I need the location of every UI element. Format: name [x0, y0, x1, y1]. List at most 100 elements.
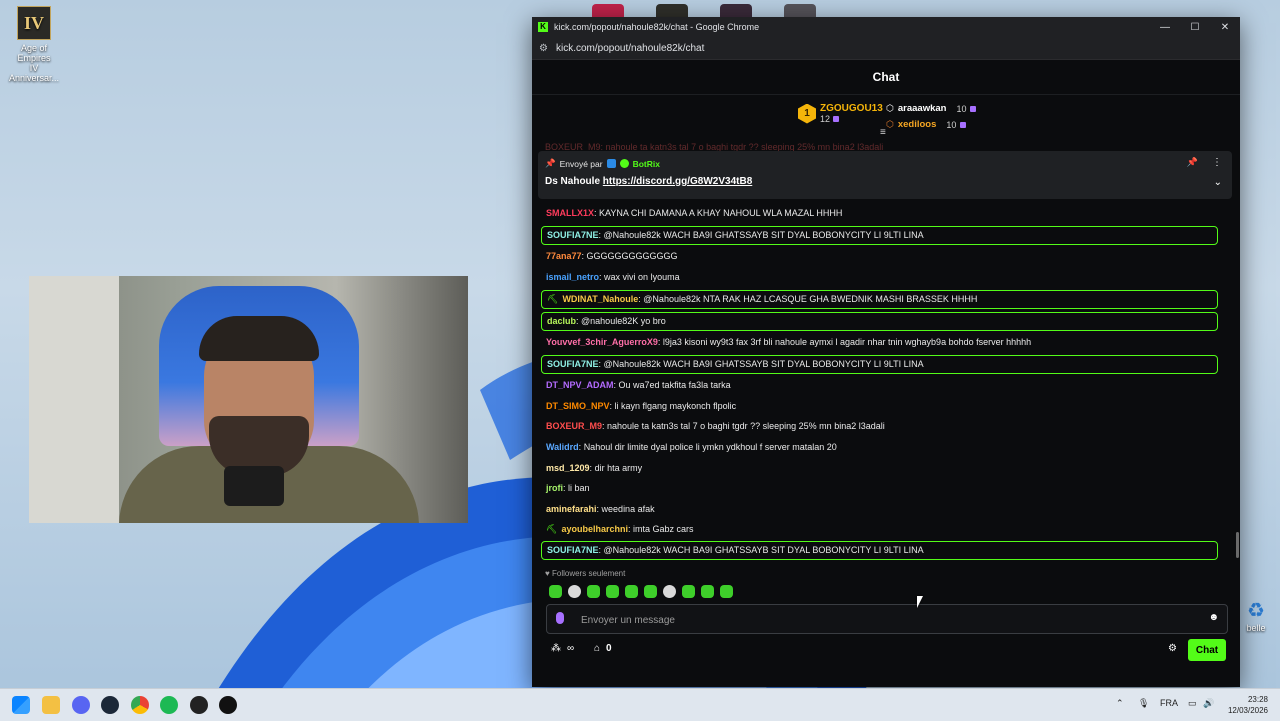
store-indicator[interactable]: ⌂ 0 [594, 643, 612, 654]
webcam-overlay [29, 276, 468, 523]
file-explorer-icon[interactable] [42, 696, 60, 714]
message-username[interactable]: DT_NPV_ADAM [546, 380, 614, 390]
pinned-message[interactable]: 📌 Envoyé par BotRix Ds Nahoule https://d… [538, 151, 1232, 199]
message-text: KAYNA CHI DAMANA A KHAY NAHOUL WLA MAZAL… [599, 208, 843, 218]
chat-input-box[interactable]: ☻ [546, 604, 1228, 634]
message-username[interactable]: SOUFIA7NE [547, 230, 599, 240]
obs-icon[interactable] [190, 696, 208, 714]
chat-settings-icon[interactable]: ⚙ [1168, 643, 1177, 654]
chat-message[interactable]: Walidrd: Nahoul dir limite dyal police l… [546, 442, 837, 452]
message-text: @Nahoule82k NTA RAK HAZ LCASQUE GHA BWED… [643, 294, 978, 304]
chat-message[interactable]: msd_1209: dir hta army [546, 463, 642, 473]
emote-icon[interactable] [720, 585, 733, 598]
site-info-icon[interactable]: ⚙ [539, 43, 548, 54]
maximize-icon[interactable]: ☐ [1180, 22, 1210, 33]
leaderboard-expand-icon[interactable]: ≡ [880, 127, 886, 138]
message-username[interactable]: 77ana77 [546, 251, 582, 261]
message-username[interactable]: daclub [547, 316, 576, 326]
points-indicator[interactable]: ⁂ ∞ [551, 643, 574, 654]
message-text: l9ja3 kisoni wy9t3 fax 3rf bli nahoule a… [662, 337, 1032, 347]
discord-icon[interactable] [72, 696, 90, 714]
kick-coin-icon [970, 105, 977, 112]
message-text: @Nahoule82k WACH BA9I GHATSSAYB SIT DYAL… [603, 545, 924, 555]
send-chat-button[interactable]: Chat [1188, 639, 1226, 661]
chat-message[interactable]: SOUFIA7NE: @Nahoule82k WACH BA9I GHATSSA… [541, 355, 1218, 374]
spotify-icon[interactable] [160, 696, 178, 714]
chat-message[interactable]: daclub: @nahoule82K yo bro [541, 312, 1218, 331]
leaderboard-second[interactable]: ⬡ araaawkan 10 [886, 103, 977, 114]
message-username[interactable]: SOUFIA7NE [547, 359, 599, 369]
emote-icon[interactable] [663, 585, 676, 598]
message-icon: ⛏ [546, 524, 558, 534]
leaderboard-first[interactable]: 1 ZGOUGOU13 12 [798, 103, 883, 124]
message-text: wax vivi on lyouma [604, 272, 680, 282]
message-username[interactable]: SOUFIA7NE [547, 545, 599, 555]
emoji-picker-icon[interactable]: ☻ [1208, 612, 1219, 623]
url-text[interactable]: kick.com/popout/nahoule82k/chat [556, 43, 704, 54]
minimize-icon[interactable]: — [1150, 22, 1180, 33]
chat-message[interactable]: Youvvef_3chir_AguerroX9: l9ja3 kisoni wy… [546, 337, 1031, 347]
emote-icon[interactable] [568, 585, 581, 598]
webcam-shelf [29, 276, 119, 523]
chat-message[interactable]: ⛏ ayoubelharchni: imta Gabz cars [546, 524, 694, 535]
chat-message[interactable]: DT_NPV_ADAM: Ou wa7ed takfita fa3la tark… [546, 380, 731, 390]
pinned-bot-name[interactable]: BotRix [633, 159, 660, 169]
emote-icon[interactable] [587, 585, 600, 598]
message-username[interactable]: BOXEUR_M9 [546, 421, 602, 431]
message-username[interactable]: SMALLX1X [546, 208, 594, 218]
chat-message-input[interactable] [579, 611, 1183, 629]
followers-only-notice: ♥ Followers seulement [545, 569, 626, 578]
message-username[interactable]: ismail_netro [546, 272, 599, 282]
chat-scrollbar[interactable] [1236, 532, 1239, 558]
clock[interactable]: 23:28 12/03/2026 [1228, 694, 1268, 716]
window-titlebar[interactable]: K kick.com/popout/nahoule82k/chat - Goog… [532, 17, 1240, 37]
message-username[interactable]: ayoubelharchni [561, 524, 628, 534]
language-indicator[interactable]: FRA [1160, 698, 1178, 708]
chat-message[interactable]: BOXEUR_M9: nahoule ta katn3s tal 7 o bag… [546, 421, 885, 431]
message-username[interactable]: msd_1209 [546, 463, 590, 473]
store-icon: ⌂ [594, 643, 601, 654]
chrome-window: K kick.com/popout/nahoule82k/chat - Goog… [532, 17, 1240, 687]
chat-message[interactable]: ismail_netro: wax vivi on lyouma [546, 272, 680, 282]
app-icon[interactable] [219, 696, 237, 714]
network-icon[interactable]: ▭ [1188, 698, 1197, 709]
emote-icon[interactable] [644, 585, 657, 598]
message-username[interactable]: Youvvef_3chir_AguerroX9 [546, 337, 658, 347]
points-value: ∞ [567, 643, 575, 654]
emote-icon[interactable] [625, 585, 638, 598]
desktop-icon-age-of-empires[interactable]: IV Age of Empires IV Anniversar... [4, 4, 64, 83]
more-options-icon[interactable]: ⋮ [1212, 157, 1222, 168]
chrome-icon[interactable] [131, 696, 149, 714]
chat-message[interactable]: jrofi: li ban [546, 483, 590, 493]
emote-icon[interactable] [606, 585, 619, 598]
chat-footer: ⁂ ∞ ⌂ 0 ⚙ Chat [532, 638, 1240, 662]
start-icon[interactable] [12, 696, 30, 714]
chat-message[interactable]: aminefarahi: weedina afak [546, 504, 655, 514]
chat-message[interactable]: SOUFIA7NE: @Nahoule82k WACH BA9I GHATSSA… [541, 226, 1218, 245]
address-bar[interactable]: ⚙ kick.com/popout/nahoule82k/chat [532, 37, 1240, 60]
pinned-link[interactable]: https://discord.gg/G8W2V34tB8 [603, 176, 752, 187]
chat-message[interactable]: SOUFIA7NE: @Nahoule82k WACH BA9I GHATSSA… [541, 541, 1218, 560]
emote-icon[interactable] [549, 585, 562, 598]
chevron-down-icon[interactable]: ⌄ [1214, 177, 1222, 188]
volume-icon[interactable]: 🔊 [1203, 698, 1214, 709]
steam-icon[interactable] [101, 696, 119, 714]
microphone-tray-icon[interactable]: 🎙 [1138, 698, 1149, 709]
unpin-icon[interactable]: 📌 [1187, 157, 1198, 168]
microphone-icon[interactable] [556, 612, 564, 624]
chat-message[interactable]: 77ana77: GGGGGGGGGGGGG [546, 251, 678, 261]
close-icon[interactable]: ✕ [1210, 22, 1240, 33]
message-username[interactable]: jrofi [546, 483, 563, 493]
leaderboard-third-name: xediloos [897, 119, 937, 130]
emote-icon[interactable] [701, 585, 714, 598]
emote-icon[interactable] [682, 585, 695, 598]
chat-message[interactable]: SMALLX1X: KAYNA CHI DAMANA A KHAY NAHOUL… [546, 208, 842, 218]
message-username[interactable]: aminefarahi [546, 504, 597, 514]
chat-message[interactable]: ⛏ WDINAT_Nahoule: @Nahoule82k NTA RAK HAZ… [541, 290, 1218, 309]
chat-message[interactable]: DT_SIMO_NPV: li kayn flgang maykonch flp… [546, 401, 736, 411]
chevron-up-icon[interactable]: ⌃ [1116, 698, 1124, 709]
leaderboard-third[interactable]: ⬡ xediloos 10 [886, 119, 967, 130]
message-username[interactable]: WDINAT_Nahoule [562, 294, 638, 304]
message-username[interactable]: DT_SIMO_NPV [546, 401, 610, 411]
message-username[interactable]: Walidrd [546, 442, 579, 452]
